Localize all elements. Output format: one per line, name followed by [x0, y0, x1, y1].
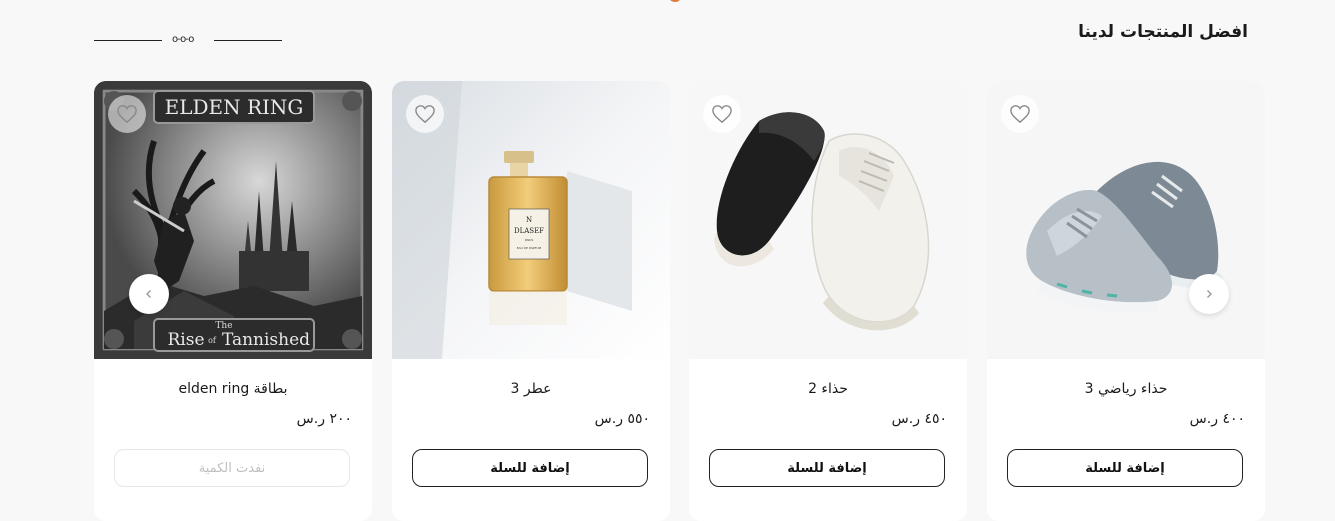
product-name[interactable]: عطر 3 [392, 381, 670, 397]
add-to-cart-button[interactable]: إضافة للسلة [412, 449, 648, 487]
heart-icon [1010, 105, 1030, 124]
product-name[interactable]: حذاء رياضي 3 [987, 381, 1265, 397]
out-of-stock-button: نفدت الكمية [114, 449, 350, 487]
favorite-button[interactable] [406, 95, 444, 133]
add-to-cart-button[interactable]: إضافة للسلة [709, 449, 945, 487]
add-to-cart-button[interactable]: إضافة للسلة [1007, 449, 1243, 487]
chevron-left-icon [146, 290, 151, 298]
carousel-prev-button[interactable] [129, 274, 169, 314]
accent-dot [668, 0, 682, 2]
section-divider: o-o-o [94, 34, 284, 46]
elden-ring-sub-tannished: Tannished [222, 330, 310, 350]
heart-icon [117, 105, 137, 124]
heart-icon [712, 105, 732, 124]
product-name[interactable]: حذاء 2 [689, 381, 967, 397]
perfume-label-brand: DLASEF [514, 227, 544, 235]
product-price: ٢٠٠ ر.س [296, 411, 352, 427]
product-price: ٤٥٠ ر.س [891, 411, 947, 427]
perfume-label-edp: EAU DE PARFUM [517, 246, 542, 250]
product-price: ٤٠٠ ر.س [1189, 411, 1245, 427]
heart-icon [415, 105, 435, 124]
favorite-button[interactable] [108, 95, 146, 133]
favorite-button[interactable] [1001, 95, 1039, 133]
product-name[interactable]: بطاقة elden ring [94, 381, 372, 397]
elden-ring-title: ELDEN RING [165, 95, 304, 119]
product-card[interactable]: حذاء 2 ٤٥٠ ر.س إضافة للسلة [689, 81, 967, 521]
elden-ring-sub-rise: Rise [167, 330, 204, 350]
favorite-button[interactable] [703, 95, 741, 133]
perfume-label-n: N [526, 216, 532, 224]
perfume-label-paris: PARIS [525, 238, 534, 242]
product-card[interactable]: N DLASEF PARIS EAU DE PARFUM عطر 3 ٥٥٠ ر… [392, 81, 670, 521]
product-price: ٥٥٠ ر.س [594, 411, 650, 427]
chevron-right-icon [1207, 290, 1212, 298]
section-title: افضل المنتجات لدينا [1078, 22, 1248, 42]
elden-ring-sub-of: of [208, 336, 217, 345]
carousel-next-button[interactable] [1189, 274, 1229, 314]
